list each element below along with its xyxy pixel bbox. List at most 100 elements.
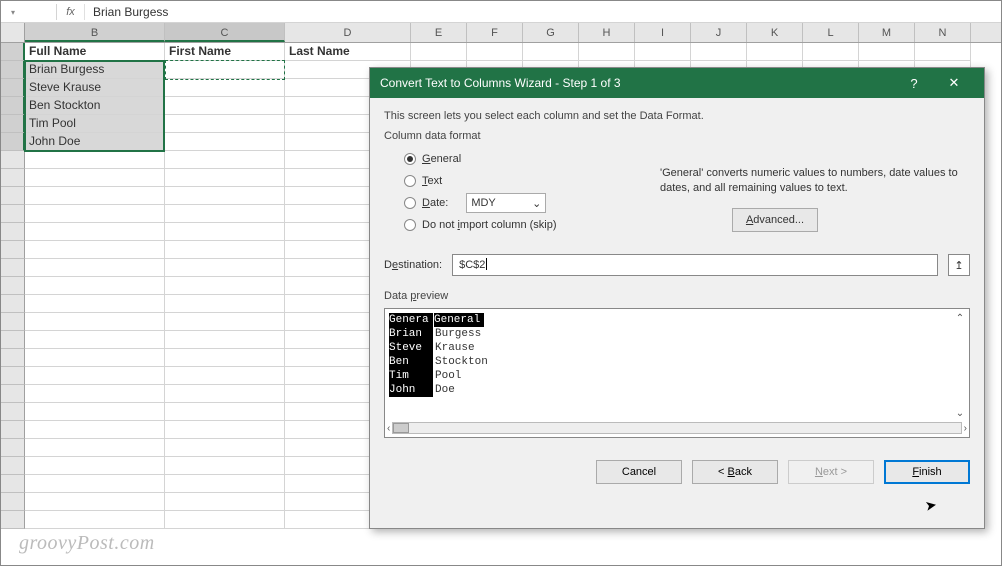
cell-C14[interactable] bbox=[165, 277, 285, 295]
cell-B20[interactable] bbox=[25, 385, 165, 403]
cell-B15[interactable] bbox=[25, 295, 165, 313]
cell-B6[interactable]: John Doe bbox=[25, 133, 165, 151]
cell-C9[interactable] bbox=[165, 187, 285, 205]
cell-B18[interactable] bbox=[25, 349, 165, 367]
preview-hscroll[interactable]: ‹ › bbox=[387, 421, 967, 435]
row-header-1[interactable] bbox=[1, 43, 25, 61]
preview-vscroll[interactable]: ⌃⌄ bbox=[953, 313, 967, 419]
col-header-N[interactable]: N bbox=[915, 23, 971, 42]
cell-B17[interactable] bbox=[25, 331, 165, 349]
cell-D1[interactable]: Last Name bbox=[285, 43, 411, 61]
cell-H1[interactable] bbox=[579, 43, 635, 61]
row-header-22[interactable] bbox=[1, 421, 25, 439]
cell-B13[interactable] bbox=[25, 259, 165, 277]
cell-B19[interactable] bbox=[25, 367, 165, 385]
cell-B14[interactable] bbox=[25, 277, 165, 295]
cell-C24[interactable] bbox=[165, 457, 285, 475]
help-button[interactable]: ? bbox=[894, 68, 934, 98]
col-header-G[interactable]: G bbox=[523, 23, 579, 42]
cell-C23[interactable] bbox=[165, 439, 285, 457]
cell-B2[interactable]: Brian Burgess bbox=[25, 61, 165, 79]
radio-text[interactable] bbox=[404, 175, 416, 187]
cell-B10[interactable] bbox=[25, 205, 165, 223]
cell-B21[interactable] bbox=[25, 403, 165, 421]
cell-B27[interactable] bbox=[25, 511, 165, 529]
range-picker-icon[interactable]: ↥ bbox=[948, 254, 970, 276]
cell-C12[interactable] bbox=[165, 241, 285, 259]
cell-B25[interactable] bbox=[25, 475, 165, 493]
cell-B23[interactable] bbox=[25, 439, 165, 457]
cell-C15[interactable] bbox=[165, 295, 285, 313]
row-header-7[interactable] bbox=[1, 151, 25, 169]
radio-skip-label[interactable]: Do not import column (skip) bbox=[422, 219, 557, 231]
radio-general-label[interactable]: General bbox=[422, 153, 461, 165]
scroll-track[interactable] bbox=[392, 422, 961, 434]
cell-C22[interactable] bbox=[165, 421, 285, 439]
cell-B24[interactable] bbox=[25, 457, 165, 475]
cell-C2[interactable] bbox=[165, 61, 285, 79]
chevron-left-icon[interactable]: ‹ bbox=[387, 423, 390, 434]
col-header-E[interactable]: E bbox=[411, 23, 467, 42]
cell-B5[interactable]: Tim Pool bbox=[25, 115, 165, 133]
radio-text-label[interactable]: Text bbox=[422, 175, 442, 187]
col-header-I[interactable]: I bbox=[635, 23, 691, 42]
col-header-F[interactable]: F bbox=[467, 23, 523, 42]
col-header-J[interactable]: J bbox=[691, 23, 747, 42]
cell-J1[interactable] bbox=[691, 43, 747, 61]
cell-B12[interactable] bbox=[25, 241, 165, 259]
cell-B11[interactable] bbox=[25, 223, 165, 241]
row-header-9[interactable] bbox=[1, 187, 25, 205]
cell-C6[interactable] bbox=[165, 133, 285, 151]
row-header-15[interactable] bbox=[1, 295, 25, 313]
cell-B9[interactable] bbox=[25, 187, 165, 205]
cell-C19[interactable] bbox=[165, 367, 285, 385]
row-header-13[interactable] bbox=[1, 259, 25, 277]
chevron-right-icon[interactable]: › bbox=[964, 423, 967, 434]
cell-G1[interactable] bbox=[523, 43, 579, 61]
row-header-12[interactable] bbox=[1, 241, 25, 259]
cell-E1[interactable] bbox=[411, 43, 467, 61]
chevron-down-icon[interactable]: ▾ bbox=[7, 8, 19, 17]
cell-C21[interactable] bbox=[165, 403, 285, 421]
col-header-K[interactable]: K bbox=[747, 23, 803, 42]
cell-C27[interactable] bbox=[165, 511, 285, 529]
col-header-D[interactable]: D bbox=[285, 23, 411, 42]
back-button[interactable]: < Back bbox=[692, 460, 778, 484]
radio-date-label[interactable]: Date: bbox=[422, 197, 448, 209]
col-header-H[interactable]: H bbox=[579, 23, 635, 42]
scroll-thumb[interactable] bbox=[393, 423, 409, 433]
chevron-up-icon[interactable]: ⌃ bbox=[956, 313, 964, 324]
cell-C16[interactable] bbox=[165, 313, 285, 331]
radio-skip[interactable] bbox=[404, 219, 416, 231]
cancel-button[interactable]: Cancel bbox=[596, 460, 682, 484]
cell-B7[interactable] bbox=[25, 151, 165, 169]
cell-F1[interactable] bbox=[467, 43, 523, 61]
col-header-C[interactable]: C bbox=[165, 23, 285, 42]
radio-general[interactable] bbox=[404, 153, 416, 165]
cell-C25[interactable] bbox=[165, 475, 285, 493]
row-header-20[interactable] bbox=[1, 385, 25, 403]
row-header-14[interactable] bbox=[1, 277, 25, 295]
close-icon[interactable]: ✕ bbox=[934, 68, 974, 98]
chevron-down-icon[interactable]: ⌄ bbox=[956, 408, 964, 419]
cell-C17[interactable] bbox=[165, 331, 285, 349]
cell-C11[interactable] bbox=[165, 223, 285, 241]
cell-C5[interactable] bbox=[165, 115, 285, 133]
radio-date[interactable] bbox=[404, 197, 416, 209]
row-header-5[interactable] bbox=[1, 115, 25, 133]
row-header-26[interactable] bbox=[1, 493, 25, 511]
cell-B3[interactable]: Steve Krause bbox=[25, 79, 165, 97]
cell-I1[interactable] bbox=[635, 43, 691, 61]
row-header-27[interactable] bbox=[1, 511, 25, 529]
cell-M1[interactable] bbox=[859, 43, 915, 61]
col-header-B[interactable]: B bbox=[25, 23, 165, 42]
col-header-L[interactable]: L bbox=[803, 23, 859, 42]
cell-B4[interactable]: Ben Stockton bbox=[25, 97, 165, 115]
advanced-button[interactable]: Advanced... bbox=[732, 208, 818, 232]
row-header-10[interactable] bbox=[1, 205, 25, 223]
cell-C20[interactable] bbox=[165, 385, 285, 403]
cell-L1[interactable] bbox=[803, 43, 859, 61]
row-header-6[interactable] bbox=[1, 133, 25, 151]
row-header-3[interactable] bbox=[1, 79, 25, 97]
row-header-8[interactable] bbox=[1, 169, 25, 187]
